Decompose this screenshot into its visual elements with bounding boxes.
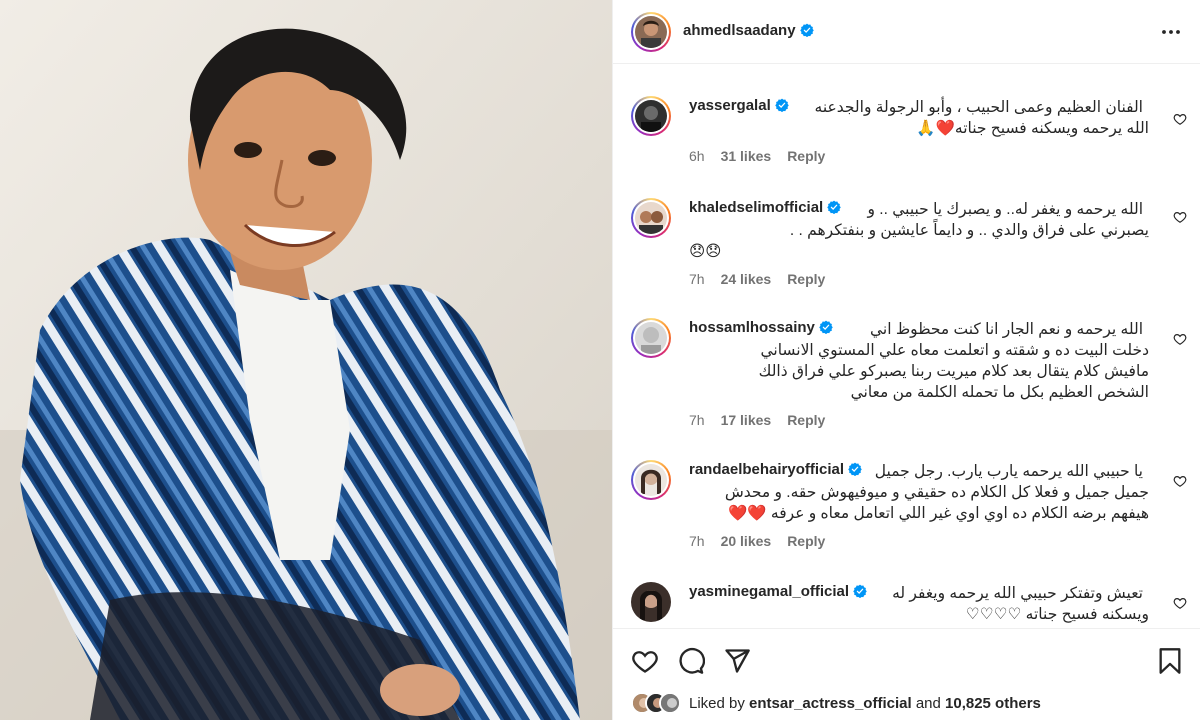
comment-text-cont: الله يرحمه ويسكنه فسيح جناته❤️🙏 (916, 120, 1149, 137)
comment-text: الله يرحمه و يغفر له.. و يصبرك يا حبيبي … (867, 201, 1143, 218)
post-actions (613, 628, 1200, 688)
bookmark-icon[interactable] (1156, 647, 1184, 675)
post-image[interactable] (0, 0, 612, 720)
verified-badge-icon (853, 584, 867, 598)
more-horizontal-icon[interactable] (1159, 20, 1183, 44)
post-header: ahmedlsaadany (613, 0, 1200, 64)
comment-text-cont: مافيش كلام يتقال بعد كلام ميريت ربنا يصب… (758, 363, 1149, 380)
comment-username[interactable]: hossamlhossainy (689, 319, 815, 336)
comment-likes[interactable]: 20 likes (721, 533, 772, 549)
comment-text-cont: جميل جميل و فعلا كل الكلام ده حقيقي و مي… (724, 484, 1149, 501)
verified-badge-icon (799, 23, 814, 37)
comment-text: الفنان العظيم وعمى الحبيب ، وأبو الرجولة… (814, 99, 1143, 116)
comment-item: khaledselimofficial الله يرحمه و يغفر له… (613, 198, 1200, 298)
comment-likes[interactable]: 31 likes (721, 148, 772, 164)
likes-summary: Liked by entsar_actress_official and 10,… (631, 690, 1041, 716)
verified-badge-icon (774, 98, 789, 112)
comment-likes[interactable]: 24 likes (721, 271, 772, 287)
comment-text: يا حبيبي الله يرحمه يارب يارب. رجل جميل (874, 463, 1143, 480)
comment-time: 7h (689, 271, 705, 287)
comment-time: 6h (689, 148, 705, 164)
comment-item: hossamlhossainy الله يرحمه و نعم الجار ا… (613, 318, 1200, 438)
author-username[interactable]: ahmedlsaadany (683, 22, 796, 39)
author-avatar[interactable] (631, 12, 671, 52)
comment-icon[interactable] (677, 647, 705, 675)
comment-text: تعيش وتفتكر حبيبي الله يرحمه ويغفر له (892, 585, 1143, 602)
liked-by-prefix: Liked by (689, 694, 745, 712)
liked-by-user[interactable]: entsar_actress_official (749, 695, 912, 712)
comment-text-cont: دخلت البيت ده و شقته و اتعلمت معاه علي ا… (760, 342, 1149, 359)
share-icon[interactable] (723, 647, 751, 675)
post-sidebar: ahmedlsaadany yassergalal الفنان العظيم … (612, 0, 1200, 720)
reply-button[interactable]: Reply (787, 148, 825, 164)
verified-badge-icon (819, 320, 833, 334)
commenter-avatar[interactable] (631, 96, 671, 136)
comment-text-cont: 😞😞 (689, 243, 722, 260)
commenter-avatar[interactable] (631, 582, 671, 622)
comment-username[interactable]: yassergalal (689, 97, 771, 114)
comment-text-cont: هيفهم برضه الكلام ده اوي اوي غير اللي ات… (728, 505, 1149, 522)
instagram-post: ahmedlsaadany yassergalal الفنان العظيم … (0, 0, 1200, 720)
comment-time: 7h (689, 412, 705, 428)
commenter-avatar[interactable] (631, 460, 671, 500)
commenter-avatar[interactable] (631, 318, 671, 358)
comment-username[interactable]: yasminegamal_official (689, 583, 849, 600)
verified-badge-icon (827, 200, 841, 214)
comment-like-heart-icon[interactable] (1173, 474, 1187, 488)
reply-button[interactable]: Reply (787, 271, 825, 287)
comment-text-cont: ويسكنه فسيح جناته ♡♡♡♡ (965, 606, 1149, 623)
comment-like-heart-icon[interactable] (1173, 210, 1187, 224)
commenter-avatar[interactable] (631, 198, 671, 238)
verified-badge-icon (848, 462, 862, 476)
comment-text: الله يرحمه و نعم الجار انا كنت محظوظ اني (870, 321, 1143, 338)
comment-username[interactable]: khaledselimofficial (689, 199, 823, 216)
comment-time: 7h (689, 533, 705, 549)
comment-text-cont: الشخص العظيم بكل ما تحمله الكلمة من معان… (850, 384, 1149, 401)
comment-item: yasminegamal_official تعيش وتفتكر حبيبي … (613, 582, 1200, 628)
heart-icon[interactable] (631, 647, 659, 675)
liker-avatar[interactable] (659, 692, 681, 714)
comment-like-heart-icon[interactable] (1173, 112, 1187, 126)
comment-username[interactable]: randaelbehairyofficial (689, 461, 844, 478)
reply-button[interactable]: Reply (787, 533, 825, 549)
comment-likes[interactable]: 17 likes (721, 412, 772, 428)
liked-by-and: and (915, 694, 941, 712)
comment-text-cont: يصبرني على فراق والدي .. و دايماً عايشين… (789, 222, 1149, 239)
comment-like-heart-icon[interactable] (1173, 332, 1187, 346)
comment-item: yassergalal الفنان العظيم وعمى الحبيب ، … (613, 96, 1200, 176)
reply-button[interactable]: Reply (787, 412, 825, 428)
liked-by-others[interactable]: 10,825 others (945, 695, 1041, 712)
comment-item: randaelbehairyofficial يا حبيبي الله يرح… (613, 460, 1200, 560)
comment-like-heart-icon[interactable] (1173, 596, 1187, 610)
